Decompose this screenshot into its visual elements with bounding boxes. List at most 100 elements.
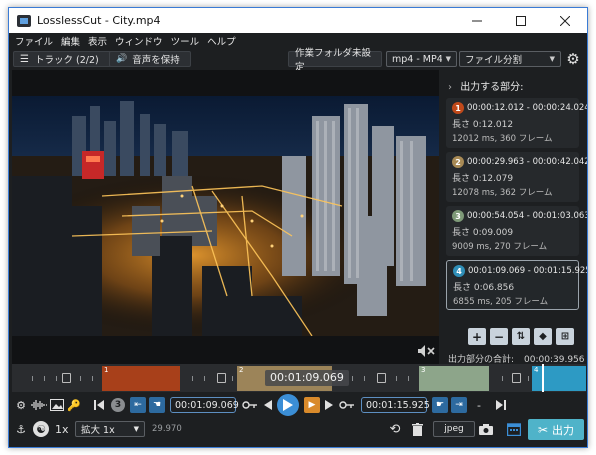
menu-tools[interactable]: ツール (171, 34, 200, 48)
segment-number-badge: 2 (452, 156, 464, 168)
playback-speed[interactable]: 1x (55, 422, 69, 436)
chevron-right-icon[interactable]: › (448, 82, 452, 93)
menu-help[interactable]: ヘルプ (207, 34, 236, 48)
keyframe-marker (62, 373, 71, 383)
split-segment-button[interactable]: ⊞ (556, 328, 574, 345)
video-frame (12, 96, 439, 336)
gear-icon[interactable]: ⚙ (565, 51, 581, 67)
menu-edit[interactable]: 編集 (61, 34, 80, 48)
jump-segment-end-button[interactable]: ⇥ (451, 397, 467, 413)
keyframe-marker (512, 373, 521, 383)
camera-icon[interactable] (478, 421, 494, 437)
maximize-icon (516, 15, 526, 26)
keep-audio-label: 音声を保持 (132, 55, 180, 66)
plus-icon: + (471, 329, 483, 344)
dash-separator: - (477, 398, 481, 412)
tag-segment-button[interactable]: ◆ (534, 328, 552, 345)
working-dir-label: 作業フォルダ未設定 (295, 48, 372, 73)
image-icon[interactable] (50, 398, 64, 412)
waveform-icon[interactable] (31, 398, 47, 412)
jump-segment-start-icon: ⇤ (134, 400, 142, 410)
maximize-button[interactable] (499, 8, 543, 33)
playback-controls: ⚙ 🔑 3 ⇤ ☚ 00:01:09.069 ▶ 00:01:15.925 ☛ … (9, 394, 587, 416)
timeline-segment-1[interactable]: 1 (102, 366, 180, 391)
segment-detail: 12078 ms, 362 フレーム (452, 188, 553, 198)
timeline-segment-3[interactable]: 3 (419, 366, 489, 391)
timeline-segment-4[interactable]: 4 (532, 366, 586, 391)
start-time-input[interactable]: 00:01:09.069 (170, 397, 239, 413)
working-dir-button[interactable]: 作業フォルダ未設定 (288, 48, 382, 73)
current-segment-badge: 3 (111, 398, 125, 412)
segment-range: 00:00:29.963 - 00:00:42.042 (467, 157, 588, 167)
capture-format-select[interactable]: jpeg (433, 421, 475, 437)
set-end-hand-button[interactable]: ☛ (432, 397, 448, 413)
segment-range: 00:00:12.012 - 00:00:24.024 (467, 103, 588, 113)
format-select[interactable]: mp4 - MP4 (M ▼ (386, 51, 457, 67)
cut-start-key-icon[interactable] (242, 398, 258, 412)
end-time-input[interactable]: 00:01:15.925 (361, 397, 430, 413)
segment-number-badge: 3 (452, 210, 464, 222)
remove-segment-button[interactable]: − (490, 328, 508, 345)
scissors-icon: ✂ (537, 422, 549, 437)
timeline-current-time: 00:01:09.069 (265, 370, 349, 386)
minimize-button[interactable] (455, 8, 499, 33)
bottom-bar: ⚓ ☯ 1x 拡大 1x ▼ 29.970 ⟲ jpeg ✂ 出力 (9, 418, 587, 442)
segment-item-3[interactable]: 3 00:00:54.054 - 00:01:03.063 長さ 0:09.009… (446, 206, 587, 256)
play-button[interactable] (277, 394, 299, 416)
jump-start-icon[interactable] (93, 398, 105, 412)
segment-duration: 長さ 0:12.012 (452, 120, 514, 130)
calendar-icon[interactable] (506, 421, 522, 437)
split-icon: ⊞ (560, 331, 570, 342)
timeline[interactable]: 1 2 3 4 00:01:09.069 (12, 364, 586, 392)
flip-icon[interactable]: ⚓ (14, 422, 28, 436)
jump-segment-start-button[interactable]: ⇤ (130, 397, 146, 413)
export-button[interactable]: ✂ 出力 (528, 419, 584, 440)
set-start-hand-button[interactable]: ☚ (149, 397, 165, 413)
video-player[interactable] (12, 70, 439, 364)
mode-select[interactable]: ファイル分割 ▼ (459, 51, 561, 67)
segment-tools: + − ⇅ ◆ ⊞ (468, 328, 578, 345)
zoom-select[interactable]: 拡大 1x ▼ (75, 421, 145, 437)
menu-view[interactable]: 表示 (88, 34, 107, 48)
segment-item-2[interactable]: 2 00:00:29.963 - 00:00:42.042 長さ 0:12.079… (446, 152, 587, 202)
prev-frame-icon[interactable] (263, 398, 273, 412)
hand-icon: ☚ (152, 400, 162, 410)
segment-duration: 長さ 0:06.856 (453, 283, 515, 293)
keep-audio-button[interactable]: 🔊 音声を保持 (109, 51, 191, 67)
city-night-image (12, 96, 439, 336)
segment-duration: 長さ 0:12.079 (452, 174, 514, 184)
play-segment-button[interactable]: ▶ (304, 397, 320, 413)
list-icon: ☰ (20, 53, 29, 65)
segment-item-1[interactable]: 1 00:00:12.012 - 00:00:24.024 長さ 0:12.012… (446, 98, 587, 148)
playhead[interactable] (542, 364, 544, 392)
add-segment-button[interactable]: + (468, 328, 486, 345)
close-button[interactable] (543, 8, 587, 33)
menu-window[interactable]: ウィンドウ (115, 34, 163, 48)
gear-small-icon[interactable]: ⚙ (14, 398, 28, 412)
yin-yang-icon[interactable]: ☯ (33, 421, 49, 437)
trash-icon[interactable] (409, 421, 425, 437)
mode-value: ファイル分割 (465, 55, 523, 66)
key-icon[interactable]: 🔑 (67, 398, 81, 412)
sort-segments-button[interactable]: ⇅ (512, 328, 530, 345)
zoom-value: 拡大 1x (81, 425, 115, 436)
segment-range: 00:01:09.069 - 00:01:15.925 (468, 266, 588, 276)
cut-end-key-icon[interactable] (339, 398, 355, 412)
jump-end-icon[interactable] (495, 398, 507, 412)
title-bar: LosslessCut - City.mp4 (9, 8, 587, 33)
next-frame-icon[interactable] (324, 398, 334, 412)
rotate-icon[interactable]: ⟲ (387, 421, 403, 437)
segment-item-4[interactable]: 4 00:01:09.069 - 00:01:15.925 長さ 0:06.856… (446, 260, 587, 310)
keyframe-marker (217, 373, 226, 383)
segment-detail: 9009 ms, 270 フレーム (452, 242, 548, 252)
timeline-segment-label: 3 (421, 366, 426, 374)
mute-icon[interactable] (417, 344, 435, 358)
menu-file[interactable]: ファイル (15, 34, 53, 48)
segments-header: › 出力する部分: (448, 78, 524, 93)
close-icon (560, 15, 570, 26)
jump-segment-end-icon: ⇥ (455, 400, 463, 410)
keyframe-marker (377, 373, 386, 383)
export-label: 出力 (552, 423, 575, 437)
timeline-segment-label: 4 (534, 366, 539, 374)
segment-duration: 長さ 0:09.009 (452, 228, 514, 238)
